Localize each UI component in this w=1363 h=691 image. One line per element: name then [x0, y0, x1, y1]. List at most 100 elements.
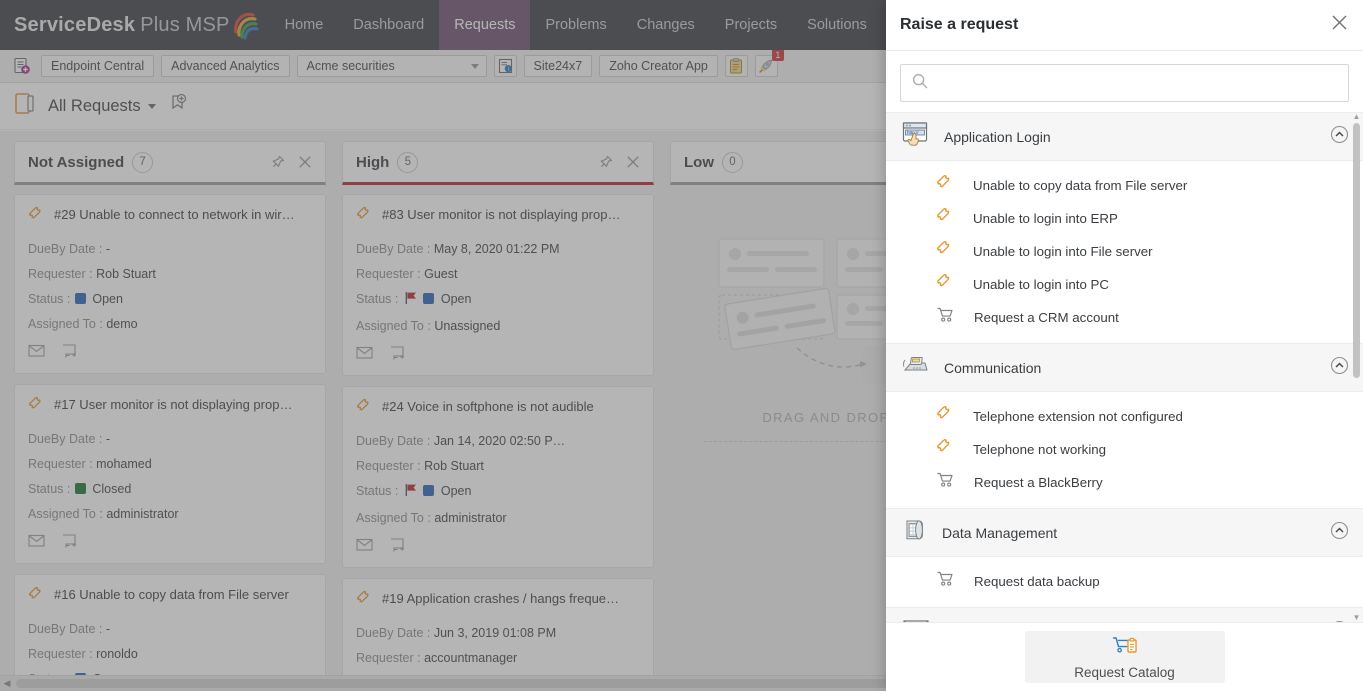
assigned-value: demo	[106, 317, 138, 331]
card-assigned: Assigned To : Unassigned	[356, 314, 640, 339]
endpoint-central-button[interactable]: Endpoint Central	[41, 55, 155, 77]
column-count-badge: 7	[132, 151, 154, 173]
request-card[interactable]: #17 User monitor is not displaying prope…	[14, 384, 326, 564]
app-logo[interactable]: ServiceDesk Plus MSP	[0, 0, 270, 50]
status-value: Open	[440, 484, 472, 498]
service-item[interactable]: Request a CRM account	[886, 301, 1363, 334]
incident-ticket-icon	[936, 207, 954, 230]
nav-item-home[interactable]: Home	[270, 0, 339, 50]
service-item[interactable]: Unable to login into File server	[886, 235, 1363, 268]
category-header-email[interactable]: Email	[886, 607, 1363, 622]
nav-item-dashboard[interactable]: Dashboard	[338, 0, 439, 50]
view-selector[interactable]: All Requests	[48, 97, 156, 116]
request-card[interactable]: #24 Voice in softphone is not audible Du…	[342, 386, 654, 568]
account-select[interactable]: Acme securities	[296, 55, 487, 77]
panel-header: Raise a request	[886, 0, 1363, 51]
panel-scrollbar[interactable]: ▲ ▼	[1352, 112, 1361, 622]
email-icon[interactable]	[356, 538, 373, 558]
service-item[interactable]: Request a BlackBerry	[886, 466, 1363, 499]
card-title-row: #19 Application crashes / hangs frequent…	[356, 590, 640, 612]
request-card[interactable]: #83 User monitor is not displaying prope…	[342, 194, 654, 376]
requester-label: Requester :	[28, 647, 93, 661]
chevron-up-icon[interactable]	[1330, 620, 1349, 622]
add-note-icon[interactable]	[390, 346, 405, 366]
card-assigned: Assigned To : administrator	[356, 506, 640, 531]
add-view-icon[interactable]	[168, 93, 188, 120]
service-item[interactable]: Unable to login into ERP	[886, 202, 1363, 235]
card-requester: Requester : mohamed	[28, 452, 312, 477]
card-title-row: #16 Unable to copy data from File server	[28, 586, 312, 608]
add-note-icon[interactable]	[62, 344, 77, 364]
dueby-value: Jan 14, 2020 02:50 P…	[433, 434, 566, 448]
overdue-flag-icon	[405, 289, 419, 314]
pin-icon[interactable]	[598, 155, 613, 170]
service-item[interactable]: Telephone extension not configured	[886, 400, 1363, 433]
service-item[interactable]: Request data backup	[886, 565, 1363, 598]
rocket-icon[interactable]: 1	[754, 49, 784, 77]
nav-item-requests[interactable]: Requests	[439, 0, 531, 50]
dueby-label: DueBy Date :	[28, 622, 103, 636]
logo-text-thin: Plus MSP	[140, 13, 230, 36]
clipboard-icon[interactable]	[724, 55, 748, 77]
nav-item-solutions[interactable]: Solutions	[792, 0, 882, 50]
incident-ticket-icon	[356, 206, 373, 228]
requester-value: Rob Stuart	[96, 267, 156, 281]
rocket-badge: 1	[771, 49, 784, 61]
requester-value: Rob Stuart	[424, 459, 484, 473]
scroll-down-icon[interactable]: ▼	[1352, 613, 1361, 622]
chevron-up-icon[interactable]	[1330, 356, 1349, 380]
site24x7-button[interactable]: Site24x7	[523, 55, 593, 77]
incident-ticket-icon	[936, 240, 954, 263]
card-subject: #83 User monitor is not displaying prope…	[382, 207, 624, 222]
request-catalog-cart-icon	[1112, 635, 1138, 662]
category-name: Application Login	[944, 128, 1051, 145]
pin-icon[interactable]	[270, 155, 285, 170]
service-item[interactable]: Telephone not working	[886, 433, 1363, 466]
new-request-icon[interactable]	[10, 55, 34, 77]
search-input[interactable]	[937, 75, 1337, 91]
category-header-communication[interactable]: Communication	[886, 343, 1363, 392]
panel-title: Raise a request	[900, 16, 1019, 33]
zoho-creator-app-button[interactable]: Zoho Creator App	[599, 55, 718, 77]
status-value: Open	[440, 292, 472, 306]
chevron-up-icon[interactable]	[1330, 125, 1349, 149]
scroll-left-icon[interactable]: ◀	[0, 678, 14, 689]
category-items-data-management: Request data backup	[886, 557, 1363, 607]
email-icon[interactable]	[28, 344, 45, 364]
add-note-icon[interactable]	[62, 534, 77, 554]
email-icon[interactable]	[356, 346, 373, 366]
nav-item-projects[interactable]: Projects	[710, 0, 792, 50]
close-icon[interactable]	[626, 155, 640, 169]
assigned-value: administrator	[106, 507, 179, 521]
request-card[interactable]: #16 Unable to copy data from File server…	[14, 574, 326, 691]
card-subject: #17 User monitor is not displaying prope…	[54, 397, 296, 412]
advanced-analytics-button[interactable]: Advanced Analytics	[161, 55, 290, 77]
card-subject: #29 Unable to connect to network in wire…	[54, 207, 296, 222]
card-requester: Requester : ronoldo	[28, 642, 312, 667]
close-icon[interactable]	[298, 155, 312, 169]
category-header-application-login[interactable]: http:// Application Login	[886, 112, 1363, 161]
nav-item-changes[interactable]: Changes	[622, 0, 710, 50]
chevron-up-icon[interactable]	[1330, 521, 1349, 545]
request-catalog-button[interactable]: Request Catalog	[1024, 631, 1225, 683]
search-box[interactable]	[900, 64, 1349, 102]
account-info-icon[interactable]: i	[493, 55, 517, 77]
assigned-label: Assigned To :	[356, 319, 431, 333]
category-header-data-management[interactable]: Data Management	[886, 508, 1363, 557]
status-label: Status :	[28, 292, 71, 306]
email-icon[interactable]	[28, 534, 45, 554]
telephone-icon	[902, 353, 930, 382]
chevron-down-icon	[147, 103, 156, 109]
scroll-up-icon[interactable]: ▲	[1352, 112, 1361, 121]
request-card[interactable]: #29 Unable to connect to network in wire…	[14, 194, 326, 374]
category-name: Data Management	[942, 524, 1058, 541]
card-title-row: #83 User monitor is not displaying prope…	[356, 206, 640, 228]
service-item[interactable]: Unable to copy data from File server	[886, 169, 1363, 202]
add-note-icon[interactable]	[390, 538, 405, 558]
nav-item-problems[interactable]: Problems	[530, 0, 621, 50]
status-color-dot	[74, 293, 86, 304]
scrollbar-thumb[interactable]	[1353, 123, 1360, 378]
incident-ticket-icon	[356, 590, 373, 612]
service-item[interactable]: Unable to login into PC	[886, 268, 1363, 301]
close-icon[interactable]	[1330, 13, 1349, 37]
